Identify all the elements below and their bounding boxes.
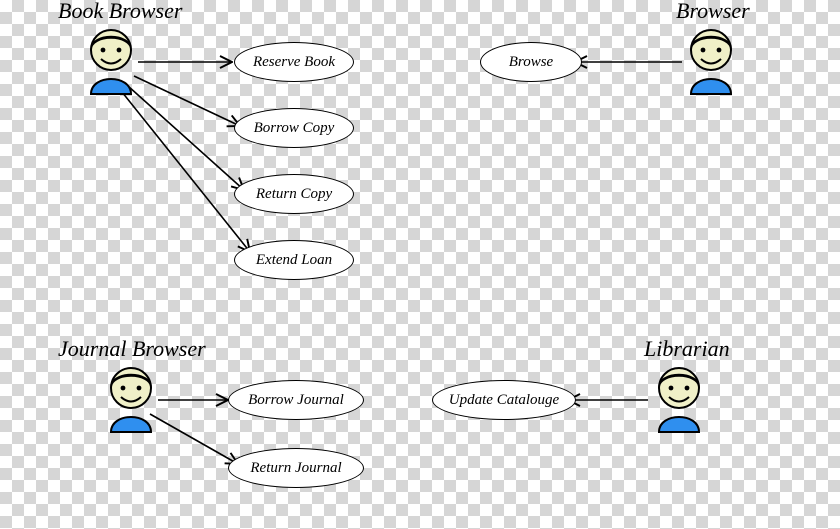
actor-book-browser-icon	[84, 26, 138, 96]
usecase-reserve-book: Reserve Book	[234, 42, 354, 82]
actor-browser-icon	[684, 26, 738, 96]
usecase-return-copy: Return Copy	[234, 174, 354, 214]
use-case-diagram: Book Browser Browser Journal Browser Lib…	[0, 0, 840, 529]
actor-label-journal-browser: Journal Browser	[58, 336, 206, 362]
usecase-borrow-journal: Borrow Journal	[228, 380, 364, 420]
usecase-update-catalogue: Update Catalouge	[432, 380, 576, 420]
usecase-extend-loan: Extend Loan	[234, 240, 354, 280]
actor-journal-browser-icon	[104, 364, 158, 434]
actor-librarian-icon	[652, 364, 706, 434]
usecase-return-journal: Return Journal	[228, 448, 364, 488]
actor-label-book-browser: Book Browser	[58, 0, 182, 24]
actor-label-browser: Browser	[676, 0, 750, 24]
actor-label-librarian: Librarian	[644, 336, 730, 362]
usecase-borrow-copy: Borrow Copy	[234, 108, 354, 148]
usecase-browse: Browse	[480, 42, 582, 82]
